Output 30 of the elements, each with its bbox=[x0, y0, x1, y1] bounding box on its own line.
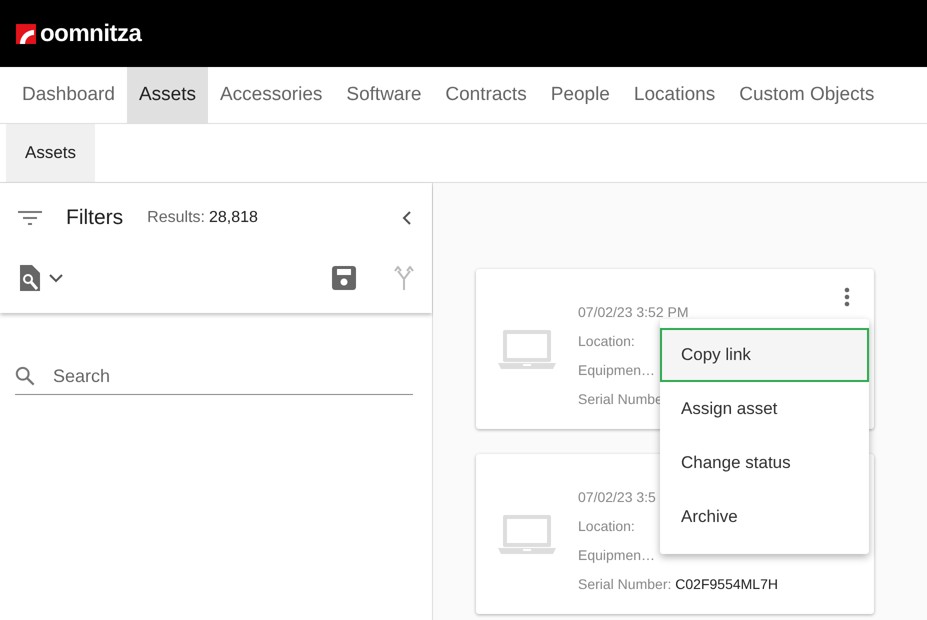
caret-icon[interactable] bbox=[48, 273, 64, 283]
sub-tab[interactable]: Assets bbox=[6, 124, 96, 182]
nav-tab[interactable]: Contracts bbox=[433, 67, 539, 123]
nav-tab[interactable]: Custom Objects bbox=[727, 67, 886, 123]
nav-tab[interactable]: Accessories bbox=[208, 67, 334, 123]
nav-tab[interactable]: Assets bbox=[126, 67, 208, 123]
laptop-icon bbox=[498, 329, 556, 369]
menu-item[interactable]: Assign asset bbox=[660, 382, 869, 436]
search-document-icon[interactable] bbox=[18, 265, 40, 291]
menu-item[interactable]: Archive bbox=[660, 490, 869, 544]
asset-date: 07/02/23 3:52 PM bbox=[578, 303, 689, 322]
results-count: 28,818 bbox=[208, 208, 258, 228]
asset-date: 07/02/23 3:5 bbox=[578, 488, 657, 507]
laptop-icon bbox=[498, 514, 556, 554]
filters-title: Filters bbox=[66, 205, 124, 232]
save-icon[interactable] bbox=[332, 266, 356, 290]
asset-field: Serial Number: C02F9554ML7H bbox=[578, 574, 778, 595]
logo-icon bbox=[16, 24, 36, 44]
nav-tab[interactable]: Dashboard bbox=[10, 67, 127, 123]
brand-name: oomnitza bbox=[40, 18, 142, 48]
nav-tab[interactable]: Software bbox=[334, 67, 434, 123]
search-icon bbox=[15, 365, 35, 387]
more-options-icon[interactable] bbox=[844, 287, 850, 307]
menu-item[interactable]: Change status bbox=[660, 436, 869, 490]
asset-field: Equipmen… bbox=[578, 545, 778, 566]
nav-tab[interactable]: People bbox=[538, 67, 622, 123]
search-field[interactable]: Search bbox=[50, 362, 413, 390]
nav-tab[interactable]: Locations bbox=[622, 67, 728, 123]
filter-icon[interactable] bbox=[18, 210, 42, 226]
results-label: Results: bbox=[147, 208, 205, 228]
